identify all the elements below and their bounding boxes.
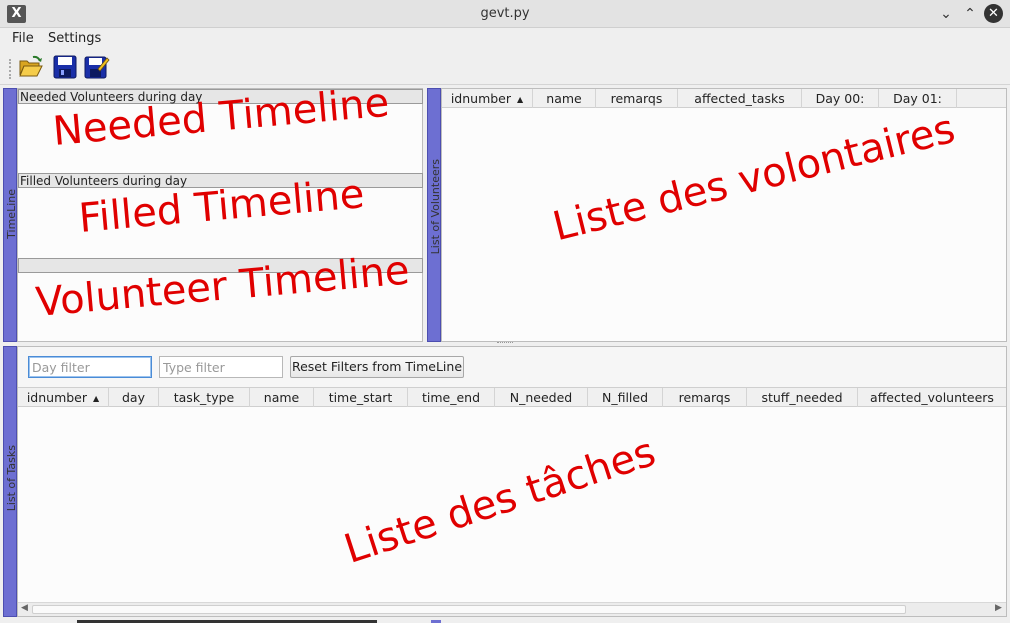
splitter-handle[interactable]: [497, 342, 513, 345]
save-as-icon[interactable]: [84, 55, 110, 79]
volunteers-annotation: Liste des volontaires: [548, 105, 960, 251]
type-filter-input[interactable]: [159, 356, 283, 378]
volunteers-col-day01[interactable]: Day 01:: [879, 89, 957, 108]
tasks-col-time-start[interactable]: time_start: [314, 388, 408, 407]
volunteers-col-idnumber[interactable]: idnumber ▲: [442, 89, 533, 108]
sort-ascending-icon: ▲: [93, 394, 100, 403]
volunteers-tab[interactable]: List of Volunteers: [427, 88, 442, 342]
tasks-panel: Reset Filters from TimeLine idnumber▲ da…: [17, 346, 1007, 617]
day-filter-input[interactable]: [28, 356, 152, 378]
tasks-col-task-type[interactable]: task_type: [159, 388, 250, 407]
save-icon[interactable]: [52, 55, 78, 79]
menu-file[interactable]: File: [12, 31, 34, 46]
tasks-table-header: idnumber ▲ day task_type name time_start …: [18, 388, 1006, 407]
tasks-col-n-needed[interactable]: N_needed: [495, 388, 588, 407]
volunteers-col-day00[interactable]: Day 00:: [802, 89, 879, 108]
tasks-col-remarqs[interactable]: remarqs: [663, 388, 747, 407]
maximize-icon[interactable]: ⌃: [961, 6, 979, 22]
tasks-col-n-filled[interactable]: N_filled: [588, 388, 663, 407]
volunteers-panel: idnumber ▲ name remarqs affected_tasks Da…: [441, 88, 1007, 342]
tasks-table: idnumber ▲ day task_type name time_start …: [18, 387, 1006, 603]
tasks-col-name[interactable]: name: [250, 388, 314, 407]
reset-filters-button[interactable]: Reset Filters from TimeLine: [290, 356, 464, 378]
timeline-panel: Needed Volunteers during day Needed Time…: [17, 80, 423, 342]
minimize-icon[interactable]: ⌄: [937, 6, 955, 22]
scroll-left-icon[interactable]: ◀: [21, 603, 28, 613]
tasks-tab[interactable]: List of Tasks: [3, 346, 18, 617]
volunteers-col-affected-tasks[interactable]: affected_tasks: [678, 89, 802, 108]
menu-settings[interactable]: Settings: [48, 31, 101, 46]
scroll-right-icon[interactable]: ▶: [995, 603, 1002, 613]
sort-ascending-icon: ▲: [517, 95, 524, 104]
toolbar-grip[interactable]: [9, 59, 12, 79]
close-icon[interactable]: ✕: [984, 4, 1003, 23]
tasks-col-day[interactable]: day: [109, 388, 159, 407]
window-title: gevt.py: [480, 6, 530, 21]
tasks-col-time-end[interactable]: time_end: [408, 388, 495, 407]
title-bar: X gevt.py ⌄ ⌃ ✕: [0, 0, 1010, 28]
tasks-col-stuff-needed[interactable]: stuff_needed: [747, 388, 858, 407]
open-folder-icon[interactable]: [18, 55, 44, 79]
volunteers-col-name[interactable]: name: [533, 89, 596, 108]
tasks-col-idnumber[interactable]: idnumber ▲: [18, 388, 109, 407]
tasks-col-affected-volunteers[interactable]: affected_volunteers: [858, 388, 1006, 407]
toolbar: [0, 49, 1010, 85]
tasks-annotation: Liste des tâches: [338, 429, 662, 573]
volunteers-table-header: idnumber ▲ name remarqs affected_tasks Da…: [442, 89, 1006, 108]
timeline-tab[interactable]: TimeLine: [3, 88, 18, 342]
scrollbar-handle[interactable]: [32, 605, 906, 614]
volunteers-col-remarqs[interactable]: remarqs: [596, 89, 678, 108]
menu-bar: File Settings: [0, 28, 1010, 49]
tasks-horizontal-scrollbar[interactable]: ◀ ▶: [18, 602, 1006, 616]
